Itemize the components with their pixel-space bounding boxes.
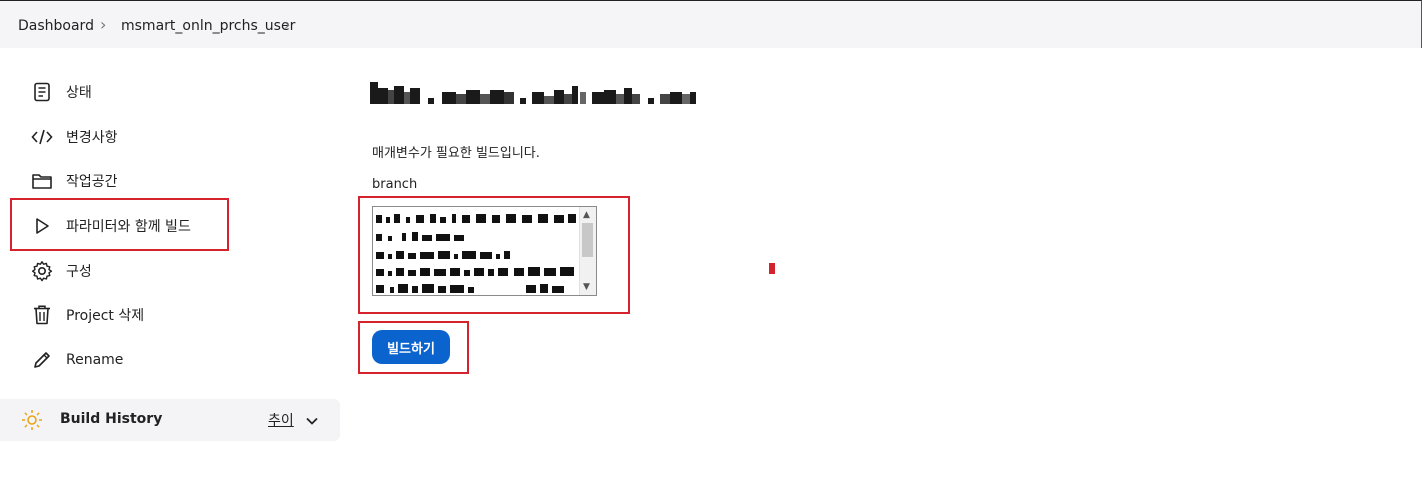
gear-icon: [30, 259, 54, 283]
trend-link[interactable]: 추이: [268, 410, 294, 430]
sun-icon: [21, 409, 43, 435]
document-icon: [30, 80, 54, 104]
list-item[interactable]: [376, 228, 578, 242]
code-icon: [30, 125, 54, 149]
sidebar-item-label: 구성: [66, 264, 92, 280]
sidebar-item-workspace[interactable]: 작업공간: [30, 167, 118, 195]
sidebar-item-label: 상태: [66, 85, 92, 101]
sidebar-item-rename[interactable]: Rename: [30, 346, 123, 374]
scrollbar-thumb[interactable]: [582, 223, 593, 257]
sidebar-item-label: Rename: [66, 352, 124, 368]
chevron-right-icon: ›: [100, 15, 107, 34]
breadcrumb: Dashboard › msmart_onln_prchs_user ›: [0, 0, 1422, 48]
pencil-icon: [30, 348, 54, 372]
build-history-panel: Build History 추이: [0, 399, 340, 441]
branch-parameter-label: branch: [372, 177, 418, 192]
build-button[interactable]: 빌드하기: [372, 330, 450, 364]
sidebar-item-label: Project 삭제: [66, 308, 145, 324]
sidebar-item-delete-project[interactable]: Project 삭제: [30, 301, 144, 329]
chevron-right-icon[interactable]: ›: [284, 15, 290, 34]
sidebar-item-label: 변경사항: [66, 130, 118, 146]
list-item[interactable]: [376, 263, 578, 277]
scroll-up-arrow-icon[interactable]: ▲: [583, 210, 590, 220]
folder-icon: [30, 169, 54, 193]
sidebar-item-configure[interactable]: 구성: [30, 257, 92, 285]
sidebar-item-changes[interactable]: 변경사항: [30, 123, 118, 151]
sidebar-item-label: 작업공간: [66, 174, 118, 190]
list-item[interactable]: [376, 280, 578, 294]
trash-icon: [30, 303, 54, 327]
listbox-scrollbar[interactable]: ▲ ▼: [579, 207, 596, 295]
scroll-down-arrow-icon[interactable]: ▼: [583, 282, 590, 292]
branch-select-list[interactable]: ▲ ▼: [372, 206, 597, 296]
page-title: [370, 80, 770, 108]
breadcrumb-dashboard[interactable]: Dashboard: [18, 18, 94, 34]
list-item[interactable]: [376, 210, 578, 224]
highlight-box: [10, 198, 229, 251]
chevron-down-icon[interactable]: [305, 413, 319, 432]
red-marker: [769, 263, 775, 274]
sidebar-item-status[interactable]: 상태: [30, 78, 92, 106]
list-item[interactable]: [376, 246, 578, 260]
build-description: 매개변수가 필요한 빌드입니다.: [372, 146, 540, 161]
build-history-title: Build History: [60, 411, 163, 427]
breadcrumb-job[interactable]: msmart_onln_prchs_user: [121, 18, 295, 34]
